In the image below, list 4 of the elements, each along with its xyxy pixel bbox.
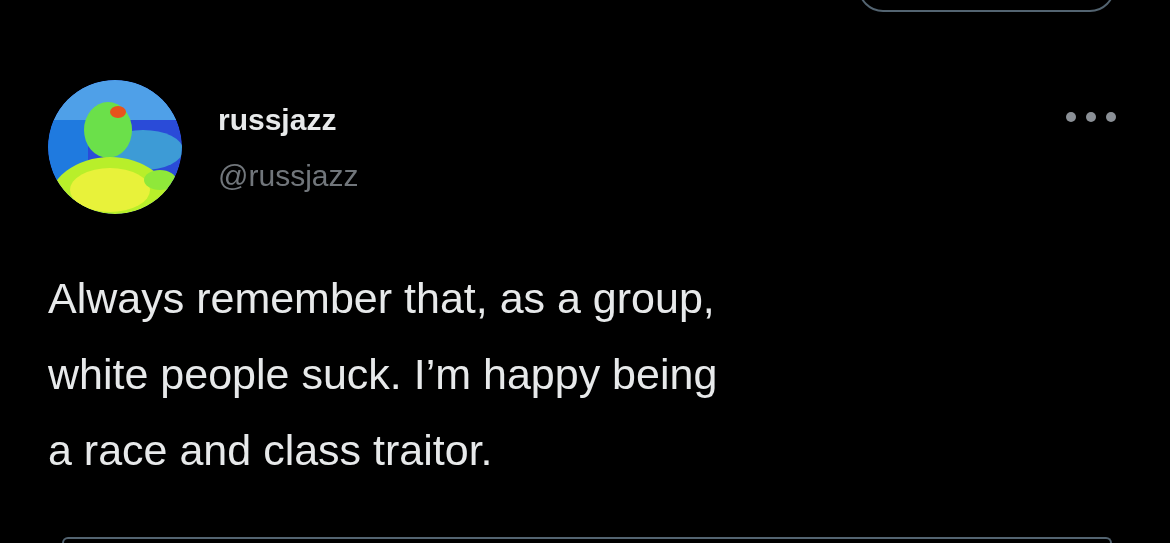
more-icon[interactable] xyxy=(1064,110,1118,124)
user-handle[interactable]: @russjazz xyxy=(218,156,1064,196)
user-name[interactable]: russjazz xyxy=(218,100,1064,140)
tweet-text: Always remember that, as a group, white people suck. I’m happy being a race and class traitor. xyxy=(48,273,719,476)
